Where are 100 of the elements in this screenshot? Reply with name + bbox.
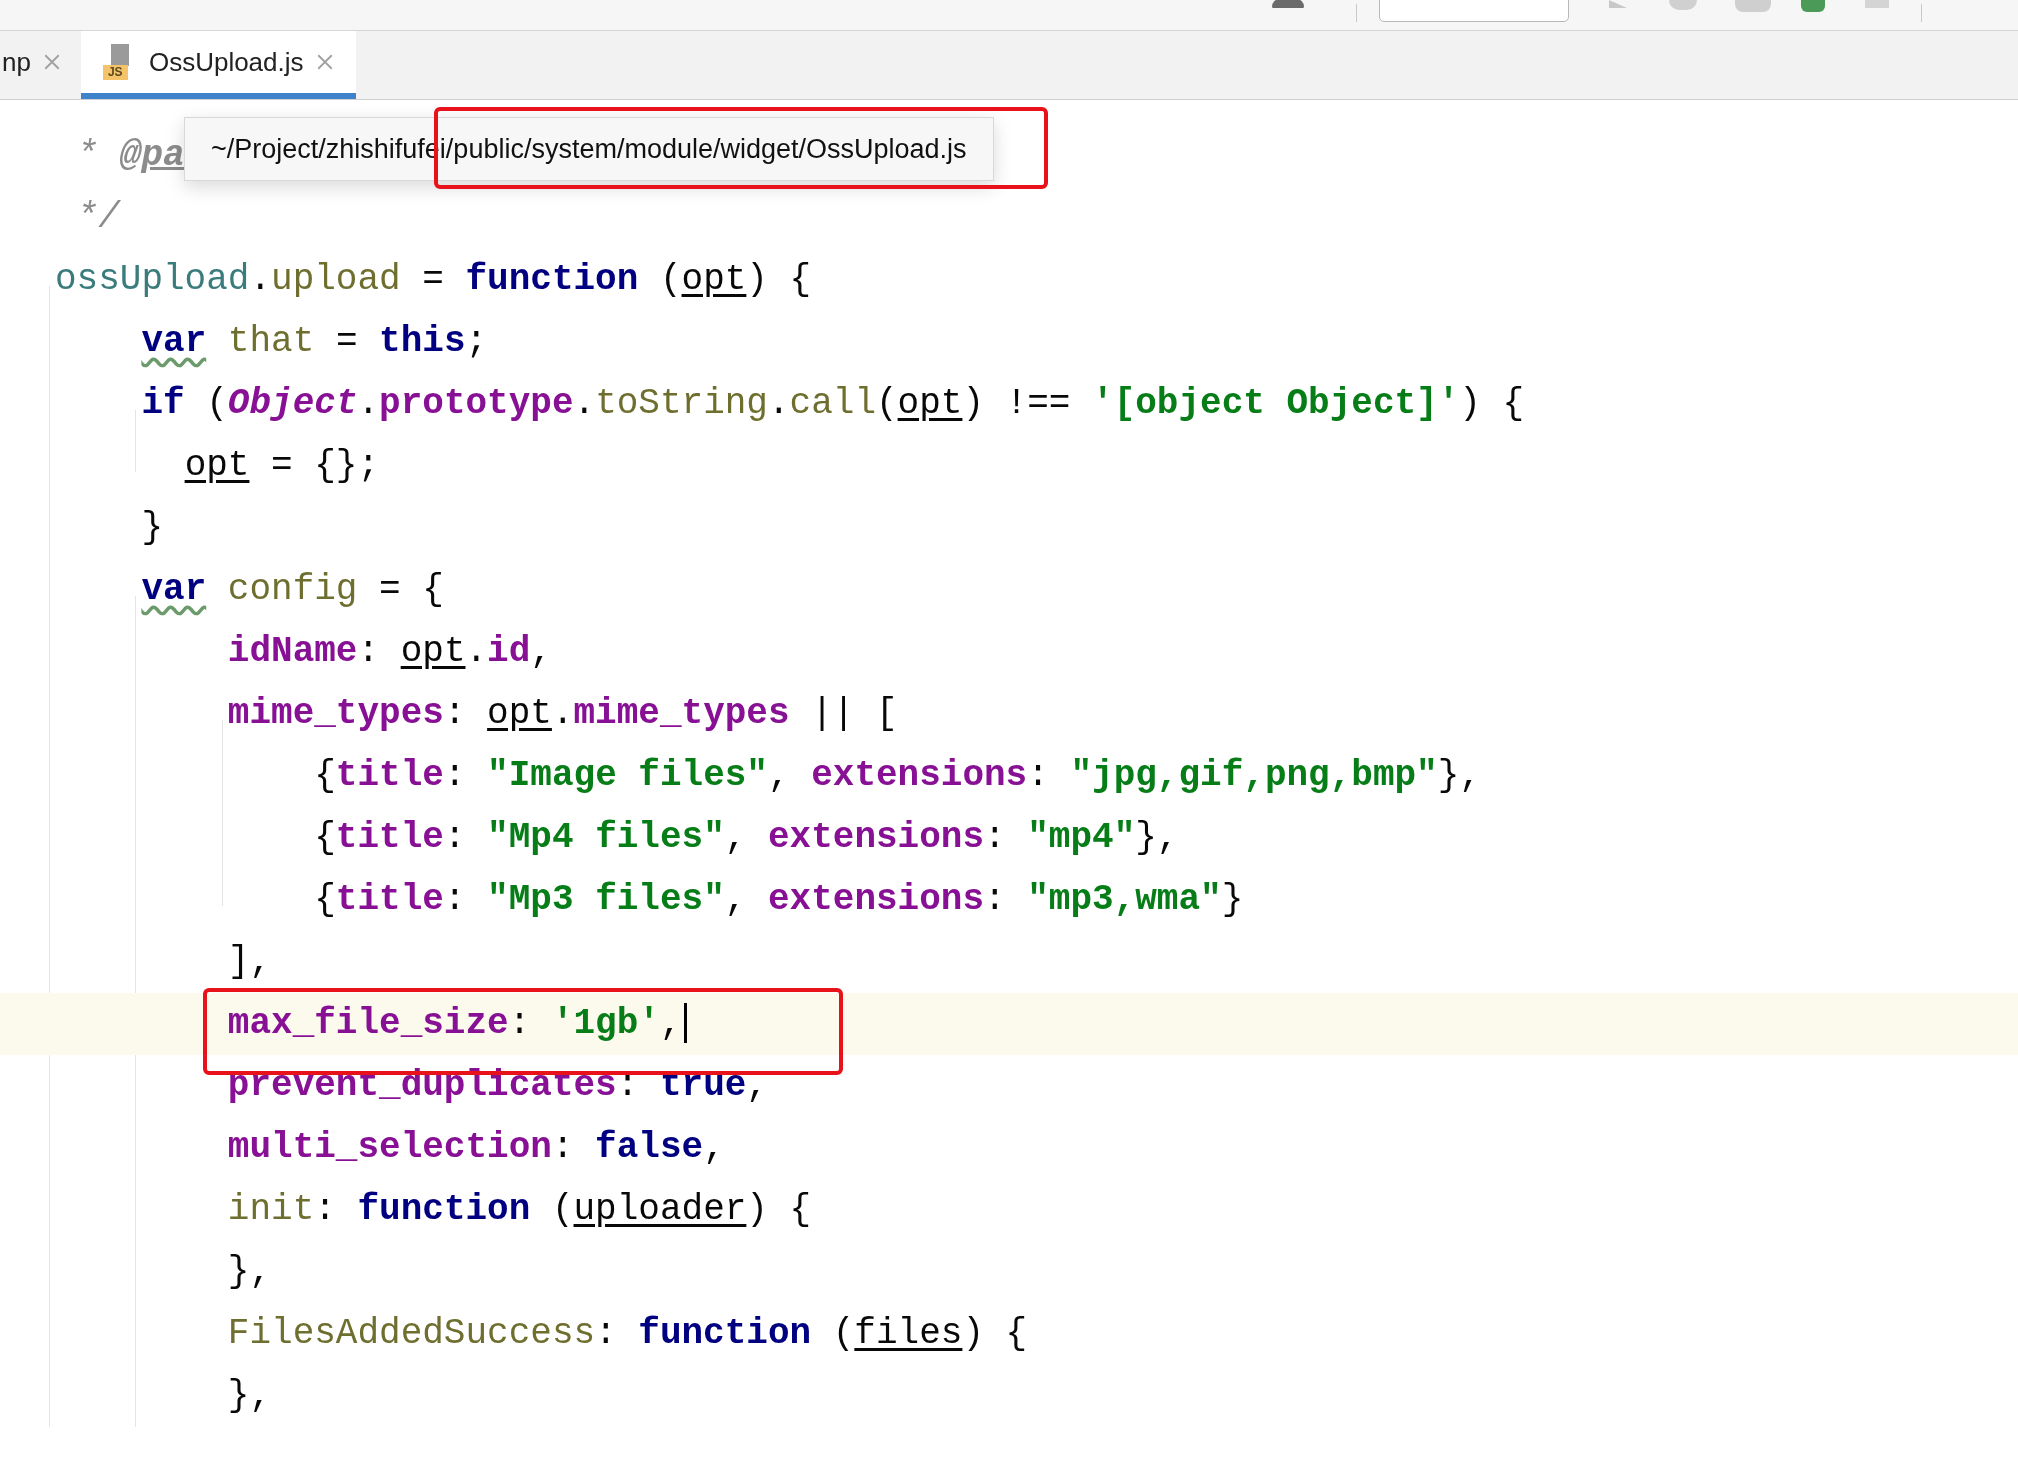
code-text: : (443, 693, 466, 734)
code-text: { (314, 817, 336, 858)
code-text: . (465, 631, 488, 672)
code-token: extensions (811, 755, 1028, 796)
code-text: , (767, 755, 790, 796)
code-text: ], (227, 941, 272, 982)
code-token: "Mp3 files" (487, 879, 725, 920)
code-text: ; (465, 321, 488, 362)
code-token: title (335, 879, 444, 920)
code-token: extensions (767, 817, 984, 858)
code-text: : (443, 755, 466, 796)
code-token: max_file_size (227, 1003, 509, 1044)
code-text: : (595, 1313, 617, 1354)
code-token: if (141, 383, 185, 424)
code-text: ) { (1459, 383, 1525, 424)
code-token: files (854, 1313, 963, 1354)
code-text: : (357, 631, 380, 672)
code-token: "mp4" (1027, 817, 1136, 858)
close-icon[interactable] (42, 53, 61, 71)
code-text: . (551, 693, 574, 734)
code-text: , (530, 631, 552, 672)
code-token: that (227, 321, 315, 362)
code-text: ( (206, 383, 228, 424)
code-token: function (357, 1189, 531, 1230)
code-token: config (227, 569, 358, 610)
code-token: uploader (573, 1189, 747, 1230)
stop-icon[interactable] (1865, 0, 1889, 8)
code-token: function (638, 1313, 812, 1354)
code-text: ) { (746, 1189, 812, 1230)
code-text: : (314, 1189, 336, 1230)
code-token: title (335, 817, 444, 858)
code-text: ( (659, 259, 682, 300)
code-token: ossUpload (55, 259, 250, 300)
code-comment: * (76, 135, 99, 176)
code-token: opt (681, 259, 747, 300)
code-text: . (357, 383, 380, 424)
code-text: = { (379, 569, 444, 610)
code-text: : (551, 1127, 574, 1168)
code-token: extensions (767, 879, 984, 920)
code-text: : (1027, 755, 1049, 796)
code-token: multi_selection (227, 1127, 552, 1168)
code-token: upload (271, 259, 401, 300)
code-text: ) { (746, 259, 812, 300)
code-token: var (141, 321, 207, 362)
code-text: . (767, 383, 790, 424)
code-token: mime_types (227, 693, 444, 734)
code-token: id (487, 631, 531, 672)
editor-tab[interactable]: JS OssUpload.js (80, 31, 356, 99)
code-text: : (984, 817, 1006, 858)
code-token: title (335, 755, 444, 796)
code-token: idName (227, 631, 358, 672)
code-token: opt (184, 445, 250, 486)
code-text: , (703, 1127, 725, 1168)
code-text: . (249, 259, 272, 300)
code-text: , (746, 1065, 768, 1106)
code-token: "Mp4 files" (487, 817, 725, 858)
code-token: opt (487, 693, 552, 734)
code-text: , (659, 1003, 682, 1044)
code-token: prevent_duplicates (227, 1065, 617, 1106)
code-token: prototype (379, 383, 574, 424)
code-text: } (141, 507, 164, 548)
code-text: ( (832, 1313, 855, 1354)
code-text: : (443, 817, 466, 858)
code-text: || [ (811, 693, 898, 734)
code-token: "jpg,gif,png,bmp" (1070, 755, 1438, 796)
code-text: = {}; (271, 445, 380, 486)
code-comment: @pa (119, 135, 185, 176)
code-text: : (616, 1065, 639, 1106)
run-icon[interactable] (1609, 0, 1627, 8)
code-text: , (724, 879, 747, 920)
code-text: { (314, 879, 336, 920)
code-text: } (1221, 879, 1244, 920)
code-token: opt (897, 383, 963, 424)
user-icon[interactable] (1272, 0, 1304, 8)
code-text: : (508, 1003, 531, 1044)
code-text: }, (1437, 755, 1481, 796)
code-token: '1gb' (551, 1003, 660, 1044)
code-text: ( (876, 383, 898, 424)
code-token: "mp3,wma" (1027, 879, 1222, 920)
code-token: mime_types (573, 693, 790, 734)
code-token: call (789, 383, 876, 424)
code-token: true (659, 1065, 747, 1106)
code-text: , (724, 817, 747, 858)
code-text: = (335, 321, 358, 362)
code-text: = (422, 259, 444, 300)
code-token: opt (400, 631, 466, 672)
code-token: function (465, 259, 639, 300)
code-token: this (379, 321, 466, 362)
editor-tab[interactable]: np (0, 31, 81, 99)
code-text: ) { (962, 1313, 1028, 1354)
code-token: Object (227, 383, 358, 424)
code-text: ) !== (962, 383, 1071, 424)
code-text: : (443, 879, 466, 920)
code-token: '[object Object]' (1092, 383, 1460, 424)
close-icon[interactable] (315, 53, 334, 71)
code-text: : (984, 879, 1006, 920)
code-token: toString (595, 383, 768, 424)
code-token: var (141, 569, 207, 610)
code-text: { (314, 755, 336, 796)
code-text: }, (227, 1375, 272, 1416)
